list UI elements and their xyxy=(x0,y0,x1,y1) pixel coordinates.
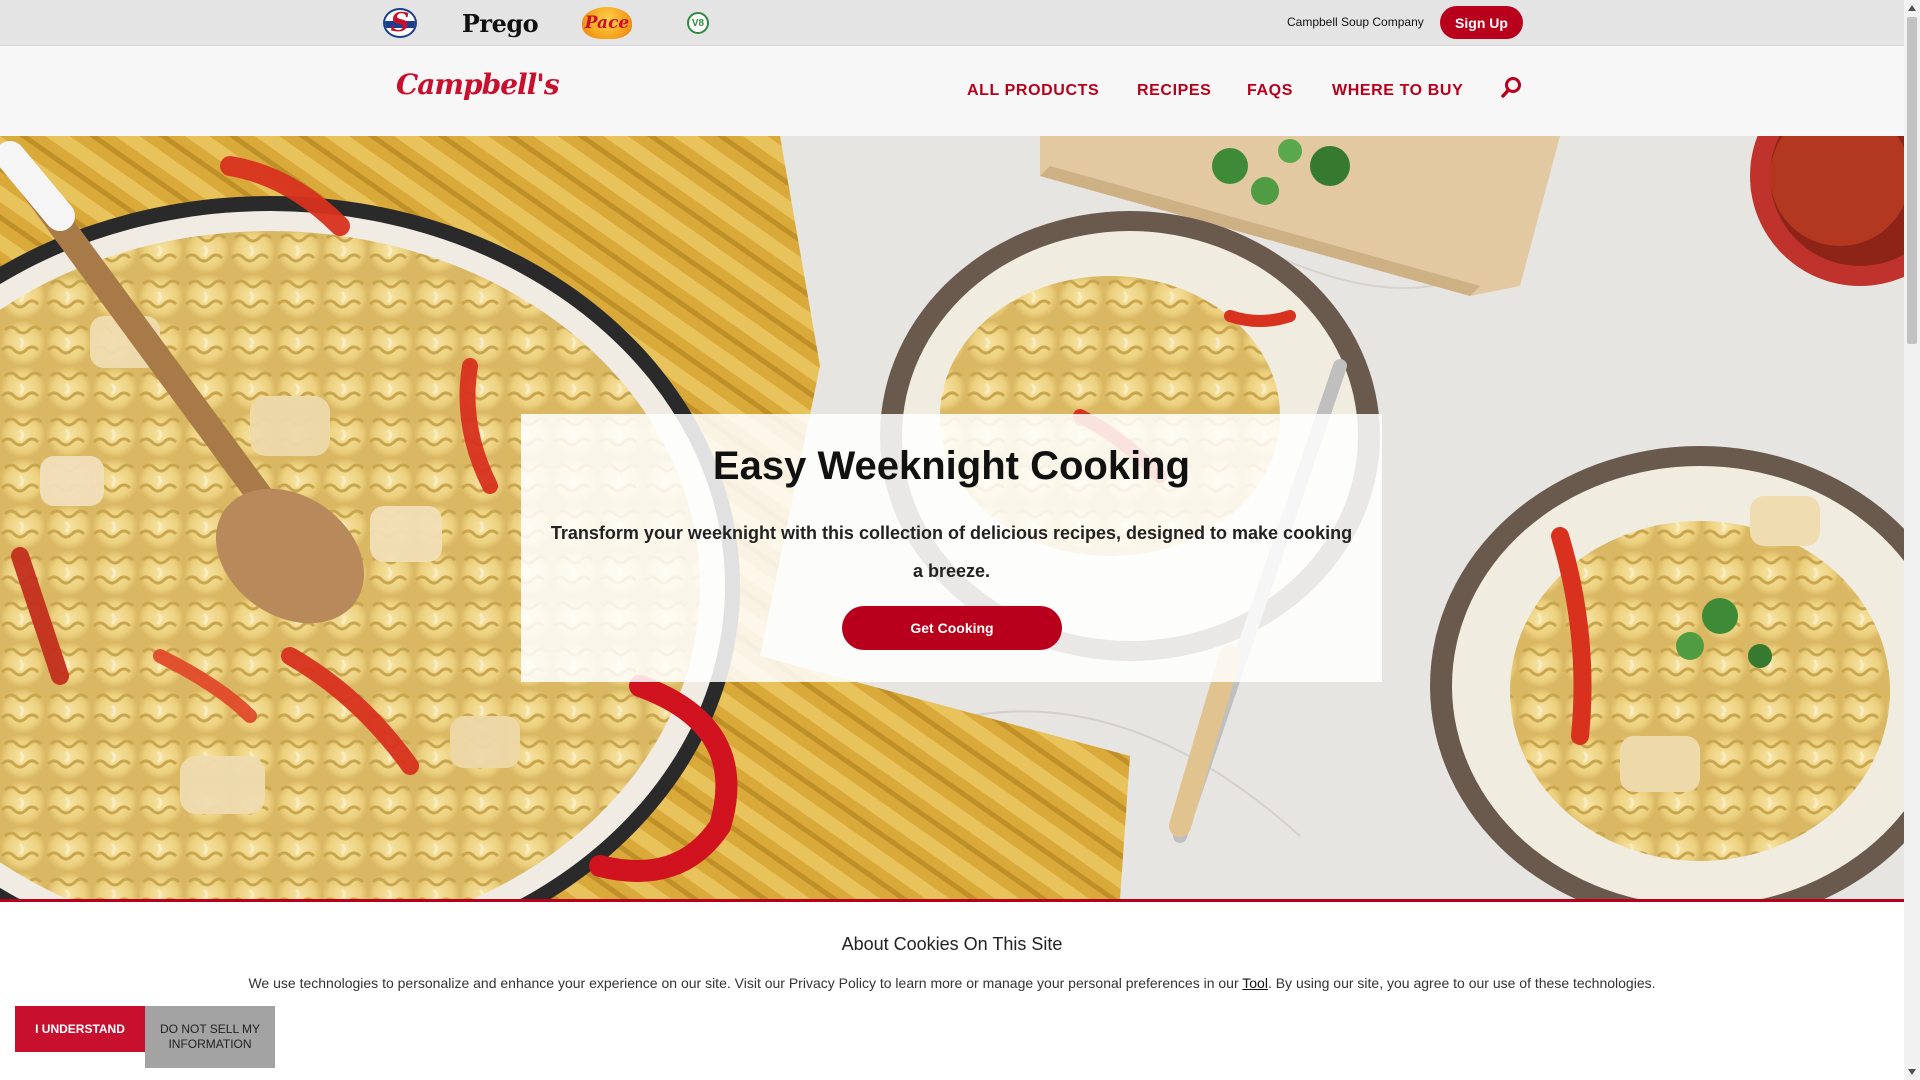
nav-recipes[interactable]: RECIPES xyxy=(1137,82,1211,100)
prego-logo[interactable]: Prego xyxy=(462,5,539,41)
cookie-text-before: We use technologies to personalize and e… xyxy=(248,975,1243,991)
v8-logo-mark: V8 xyxy=(687,12,709,34)
nav-where-to-buy[interactable]: WHERE TO BUY xyxy=(1332,82,1463,100)
i-understand-button[interactable]: I Understand xyxy=(15,1006,145,1052)
pace-logo[interactable]: Pace xyxy=(580,5,634,41)
hero-banner: Easy Weeknight Cooking Transform your we… xyxy=(0,136,1904,899)
swanson-logo-mark: S xyxy=(383,8,417,38)
page-scrollbar[interactable] xyxy=(1904,0,1920,1080)
brand-bar: S Prego Pace V8 Campbell Soup Company Si… xyxy=(0,0,1904,46)
scroll-down-arrow-icon[interactable] xyxy=(1904,1064,1920,1080)
swanson-logo[interactable]: S xyxy=(380,5,420,41)
company-link[interactable]: Campbell Soup Company xyxy=(1287,15,1424,29)
cookie-text: We use technologies to personalize and e… xyxy=(0,975,1904,991)
hero-description: Transform your weeknight with this colle… xyxy=(550,523,1353,581)
nav-faqs[interactable]: FAQS xyxy=(1247,82,1293,100)
cookie-title: About Cookies On This Site xyxy=(841,934,1063,954)
scroll-up-arrow-icon[interactable] xyxy=(1904,0,1920,16)
do-not-sell-button[interactable]: Do Not Sell My Information xyxy=(145,1006,275,1068)
cookie-tool-link[interactable]: Tool xyxy=(1242,975,1268,991)
main-header: Campbell's ALL PRODUCTS RECIPES FAQS WHE… xyxy=(0,46,1904,136)
hero-title: Easy Weeknight Cooking xyxy=(712,444,1191,488)
cookie-banner: About Cookies On This Site We use techno… xyxy=(0,899,1904,1080)
pace-logo-mark: Pace xyxy=(582,7,632,39)
get-cooking-button[interactable]: Get Cooking xyxy=(842,606,1062,650)
hero-card: Easy Weeknight Cooking Transform your we… xyxy=(521,414,1382,682)
v8-logo[interactable]: V8 xyxy=(686,5,710,41)
search-icon[interactable] xyxy=(1500,76,1524,100)
sign-up-button[interactable]: Sign Up xyxy=(1440,6,1523,39)
campbells-logo[interactable]: Campbell's xyxy=(396,68,560,101)
nav-all-products[interactable]: ALL PRODUCTS xyxy=(967,82,1099,100)
cookie-text-after: . By using our site, you agree to our us… xyxy=(1267,975,1656,991)
scrollbar-thumb[interactable] xyxy=(1907,17,1917,344)
